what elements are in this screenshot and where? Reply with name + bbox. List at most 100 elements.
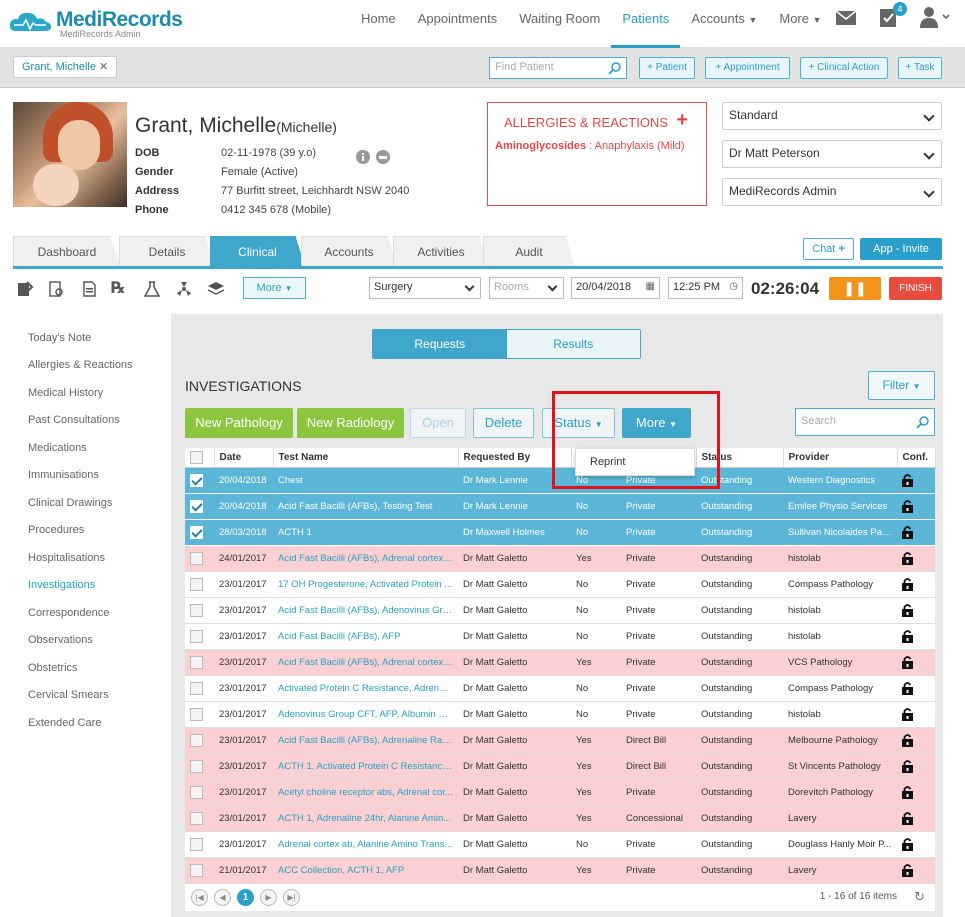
row-checkbox[interactable] (190, 525, 203, 539)
allergy-item[interactable]: Aminoglycosides : Anaphylaxis (Mild) (495, 140, 685, 152)
cell-test-name[interactable]: Acid Fast Bacilli (AFBs), AFP (273, 623, 458, 650)
refresh-icon[interactable]: ↻ (914, 889, 925, 905)
add-clinical-action-button[interactable]: + Clinical Action (800, 57, 888, 79)
row-checkbox-cell[interactable] (185, 597, 214, 624)
table-row[interactable]: 23/01/2017 Activated Protein C Resistance… (185, 675, 935, 702)
table-row[interactable]: 23/01/2017 Acid Fast Bacilli (AFBs), Aden… (185, 597, 935, 624)
notes-icon[interactable] (16, 280, 34, 298)
cell-test-name[interactable]: ACC Collection, ACTH 1, AFP (273, 857, 458, 884)
app-invite-button[interactable]: App - Invite (860, 238, 942, 260)
nav-patients[interactable]: Patients (611, 0, 681, 48)
row-checkbox-cell[interactable] (185, 467, 214, 494)
nav-accounts[interactable]: Accounts ▼ (680, 0, 768, 48)
cell-test-name[interactable]: Adenovirus Group CFT, AFP, Albumin Mi... (273, 701, 458, 728)
cell-confidential[interactable] (897, 701, 935, 728)
cell-confidential[interactable] (897, 727, 935, 754)
row-checkbox[interactable] (190, 655, 203, 669)
row-checkbox-cell[interactable] (185, 519, 214, 546)
lock-icon[interactable] (902, 837, 913, 851)
tab-clinical[interactable]: Clinical (210, 236, 305, 267)
row-checkbox[interactable] (190, 499, 203, 513)
location-select[interactable]: MediRecords Admin (722, 178, 942, 206)
row-checkbox-cell[interactable] (185, 727, 214, 754)
cell-confidential[interactable] (897, 623, 935, 650)
lock-icon[interactable] (902, 499, 913, 513)
sidebar-item-procedures[interactable]: Procedures (28, 524, 84, 536)
nav-waiting-room[interactable]: Waiting Room (508, 0, 611, 48)
tab-details[interactable]: Details (119, 236, 215, 267)
lock-icon[interactable] (902, 603, 913, 617)
cell-test-name[interactable]: Acid Fast Bacilli (AFBs), Testing Test (273, 493, 458, 520)
logo[interactable]: MediRecords MediRecords Admin (6, 5, 183, 41)
calendar-icon[interactable]: ▦ (646, 281, 655, 292)
finish-button[interactable]: FINISH (889, 277, 942, 300)
filter-button[interactable]: Filter ▼ (868, 371, 935, 400)
header-requested-by[interactable]: Requested By (458, 448, 572, 468)
add-allergy-icon[interactable]: + (676, 109, 688, 132)
close-icon[interactable]: ✕ (99, 61, 108, 73)
table-row[interactable]: 21/01/2017 ACC Collection, ACTH 1, AFP Dr … (185, 857, 935, 884)
cell-test-name[interactable]: Chest (273, 467, 458, 494)
row-checkbox-cell[interactable] (185, 493, 214, 520)
last-page-button[interactable]: ▶| (283, 889, 300, 906)
row-checkbox-cell[interactable] (185, 649, 214, 676)
first-page-button[interactable]: |◀ (191, 889, 208, 906)
row-checkbox-cell[interactable] (185, 701, 214, 728)
sidebar-item-observations[interactable]: Observations (28, 634, 93, 646)
select-all-header[interactable] (185, 448, 215, 468)
row-checkbox[interactable] (190, 603, 203, 617)
sidebar-item-past-consultations[interactable]: Past Consultations (28, 414, 120, 426)
tab-accounts[interactable]: Accounts (301, 236, 397, 267)
lock-icon[interactable] (902, 681, 913, 695)
row-checkbox[interactable] (190, 733, 203, 747)
row-checkbox[interactable] (190, 473, 203, 487)
table-row[interactable]: 23/01/2017 17 OH Progesterone, Activated … (185, 571, 935, 598)
lock-icon[interactable] (902, 759, 913, 773)
table-row[interactable]: 23/01/2017 Acetyl choline receptor abs, A… (185, 779, 935, 806)
lock-icon[interactable] (902, 785, 913, 799)
cell-test-name[interactable]: Acid Fast Bacilli (AFBs), Adrenal cortex… (273, 545, 458, 572)
sidebar-item-obstetrics[interactable]: Obstetrics (28, 662, 78, 674)
cell-confidential[interactable] (897, 649, 935, 676)
row-checkbox[interactable] (190, 551, 203, 565)
header-provider[interactable]: Provider (783, 448, 898, 468)
new-pathology-button[interactable]: New Pathology (185, 408, 293, 438)
cell-test-name[interactable]: ACTH 1 (273, 519, 458, 546)
date-input[interactable]: 20/04/2018 ▦ (571, 277, 660, 299)
surgery-select[interactable]: Surgery (369, 277, 481, 299)
sidebar-item-allergies[interactable]: Allergies & Reactions (28, 359, 133, 371)
tab-activities[interactable]: Activities (393, 236, 489, 267)
row-checkbox-cell[interactable] (185, 805, 214, 832)
clock-icon[interactable]: ◷ (729, 281, 738, 292)
row-checkbox[interactable] (190, 577, 203, 591)
row-checkbox-cell[interactable] (185, 545, 214, 572)
header-test-name[interactable]: Test Name (273, 448, 459, 468)
table-row[interactable]: 23/01/2017 Acid Fast Bacilli (AFBs), Adre… (185, 649, 935, 676)
lock-icon[interactable] (902, 811, 913, 825)
letter-icon[interactable] (80, 280, 98, 298)
mail-icon[interactable] (833, 4, 859, 30)
lock-icon[interactable] (902, 629, 913, 643)
time-input[interactable]: 12:25 PM ◷ (668, 277, 743, 299)
layers-icon[interactable] (207, 280, 225, 298)
current-page[interactable]: 1 (237, 889, 254, 906)
status-button[interactable]: Status ▼ (542, 408, 615, 438)
lock-icon[interactable] (902, 655, 913, 669)
lock-icon[interactable] (902, 551, 913, 565)
sidebar-item-cervical-smears[interactable]: Cervical Smears (28, 689, 109, 701)
select-all-checkbox[interactable] (190, 450, 203, 464)
add-task-button[interactable]: + Task (898, 57, 942, 79)
lock-icon[interactable] (902, 577, 913, 591)
row-checkbox[interactable] (190, 759, 203, 773)
cell-test-name[interactable]: Adrenal cortex ab, Alanine Amino Trans..… (273, 831, 458, 858)
table-row[interactable]: 28/03/2018 ACTH 1 Dr Maxwell Holmes No Priva… (185, 519, 935, 546)
row-checkbox[interactable] (190, 707, 203, 721)
nav-appointments[interactable]: Appointments (407, 0, 509, 48)
flask-icon[interactable] (143, 280, 161, 298)
cell-confidential[interactable] (897, 857, 935, 884)
lock-icon[interactable] (902, 525, 913, 539)
row-checkbox[interactable] (190, 837, 203, 851)
tab-requests[interactable]: Requests (373, 330, 507, 358)
table-row[interactable]: 23/01/2017 Adenovirus Group CFT, AFP, Alb… (185, 701, 935, 728)
nav-more[interactable]: More ▼ (768, 0, 832, 48)
